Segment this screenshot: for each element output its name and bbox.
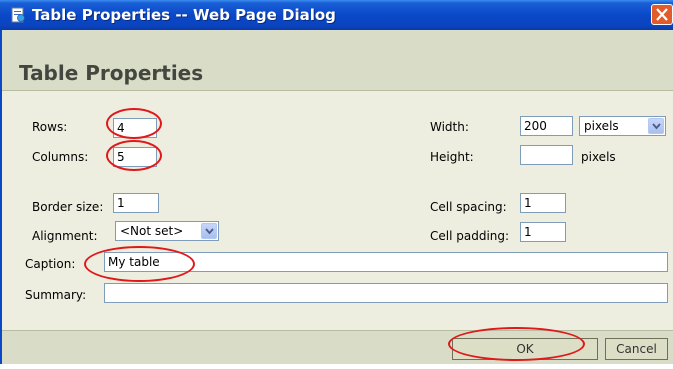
height-unit-label: pixels [581,150,616,164]
width-input[interactable]: 200 [520,116,573,136]
rows-input[interactable]: 4 [113,118,157,138]
page-title: Table Properties [19,61,204,85]
summary-input[interactable] [104,283,668,303]
cancel-button[interactable]: Cancel [605,338,668,360]
bottom-strip [0,364,673,369]
border-size-label: Border size: [32,200,104,214]
page-icon [10,7,26,23]
chevron-down-icon[interactable] [201,223,217,239]
alignment-select[interactable]: <Not set> [115,221,219,241]
width-label: Width: [430,120,469,134]
dialog-window: Table Properties -- Web Page Dialog Tabl… [0,0,673,369]
summary-label: Summary: [25,288,87,302]
alignment-value: <Not set> [120,224,184,238]
ok-button[interactable]: OK [452,338,598,360]
window-title: Table Properties -- Web Page Dialog [32,6,336,24]
rows-label: Rows: [32,120,68,134]
height-label: Height: [430,150,474,164]
dialog-footer: OK Cancel [2,330,673,365]
title-bar[interactable]: Table Properties -- Web Page Dialog [0,0,673,30]
alignment-label: Alignment: [32,229,98,243]
border-size-input[interactable]: 1 [113,193,159,213]
dialog-body: Table Properties Rows: 4 Columns: 5 Widt… [0,30,673,365]
height-input[interactable] [520,145,573,165]
cell-padding-label: Cell padding: [430,229,510,243]
width-unit-value: pixels [584,119,619,133]
close-button[interactable] [651,4,673,25]
caption-label: Caption: [25,257,76,271]
caption-input[interactable]: My table [104,252,668,272]
dialog-header: Table Properties [2,30,673,91]
cell-padding-input[interactable]: 1 [520,222,566,242]
columns-input[interactable]: 5 [113,147,157,167]
cell-spacing-input[interactable]: 1 [520,193,566,213]
width-unit-select[interactable]: pixels [579,116,666,136]
chevron-down-icon[interactable] [648,118,664,134]
columns-label: Columns: [32,150,89,164]
cell-spacing-label: Cell spacing: [430,200,507,214]
close-icon [656,8,668,21]
